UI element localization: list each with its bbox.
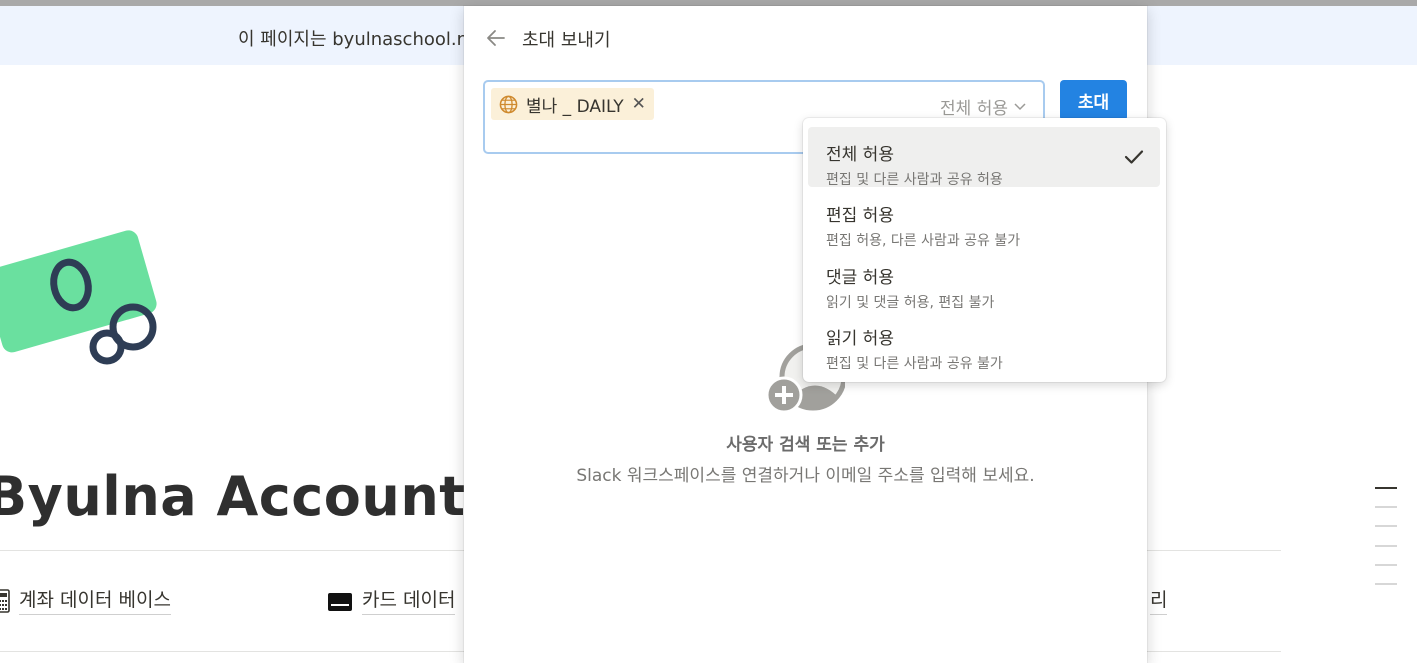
- permission-dropdown: 전체 허용 편집 및 다른 사람과 공유 허용 편집 허용 편집 허용, 다른 …: [803, 118, 1166, 382]
- link-account-database[interactable]: 계좌 데이터 베이스: [19, 585, 171, 615]
- option-label: 읽기 허용: [826, 329, 894, 349]
- back-arrow-icon[interactable]: [484, 26, 508, 50]
- option-label: 편집 허용: [826, 206, 894, 226]
- permission-option-full[interactable]: 전체 허용 편집 및 다른 사람과 공유 허용: [808, 127, 1160, 188]
- link-card-database[interactable]: 카드 데이터: [362, 585, 456, 615]
- close-icon[interactable]: ✕: [632, 94, 646, 114]
- permission-select-label: 전체 허용: [940, 99, 1008, 119]
- toc-marker[interactable]: [1375, 583, 1397, 585]
- option-description: 편집 허용, 다른 사람과 공유 불가: [826, 233, 1021, 249]
- option-description: 편집 및 다른 사람과 공유 허용: [826, 172, 1003, 188]
- permission-option-comment[interactable]: 댓글 허용 읽기 및 댓글 허용, 편집 불가: [808, 250, 1160, 311]
- credit-card-icon: [328, 593, 352, 611]
- empty-state-description: Slack 워크스페이스를 연결하거나 이메일 주소를 입력해 보세요.: [576, 466, 1035, 486]
- chevron-down-icon: [1014, 102, 1026, 110]
- checkmark-icon: [1124, 150, 1144, 164]
- permission-option-read[interactable]: 읽기 허용 편집 및 다른 사람과 공유 불가: [808, 311, 1160, 372]
- invitee-chip[interactable]: 별나 _ DAILY ✕: [491, 88, 654, 120]
- permission-option-edit[interactable]: 편집 허용 편집 허용, 다른 사람과 공유 불가: [808, 188, 1160, 249]
- toc-marker[interactable]: [1375, 487, 1397, 489]
- modal-title: 초대 보내기: [522, 30, 611, 51]
- invite-button[interactable]: 초대: [1060, 80, 1127, 121]
- permission-select[interactable]: 전체 허용: [940, 94, 1027, 119]
- empty-state-title: 사용자 검색 또는 추가: [726, 435, 885, 455]
- link-other[interactable]: 리: [1150, 585, 1168, 615]
- cover-illustration: [0, 230, 157, 365]
- option-description: 읽기 및 댓글 허용, 편집 불가: [826, 295, 995, 311]
- option-label: 전체 허용: [826, 145, 894, 165]
- toc-marker[interactable]: [1375, 564, 1397, 566]
- calculator-icon: [0, 589, 10, 613]
- toc-marker[interactable]: [1375, 545, 1397, 547]
- toc-marker[interactable]: [1375, 525, 1397, 527]
- globe-icon: [499, 95, 518, 113]
- chip-label: 별나 _ DAILY: [526, 96, 624, 117]
- toc-marker[interactable]: [1375, 506, 1397, 508]
- banner-text: 이 페이지는 byulnaschool.no: [238, 29, 480, 50]
- option-label: 댓글 허용: [826, 268, 894, 288]
- option-description: 편집 및 다른 사람과 공유 불가: [826, 356, 1003, 372]
